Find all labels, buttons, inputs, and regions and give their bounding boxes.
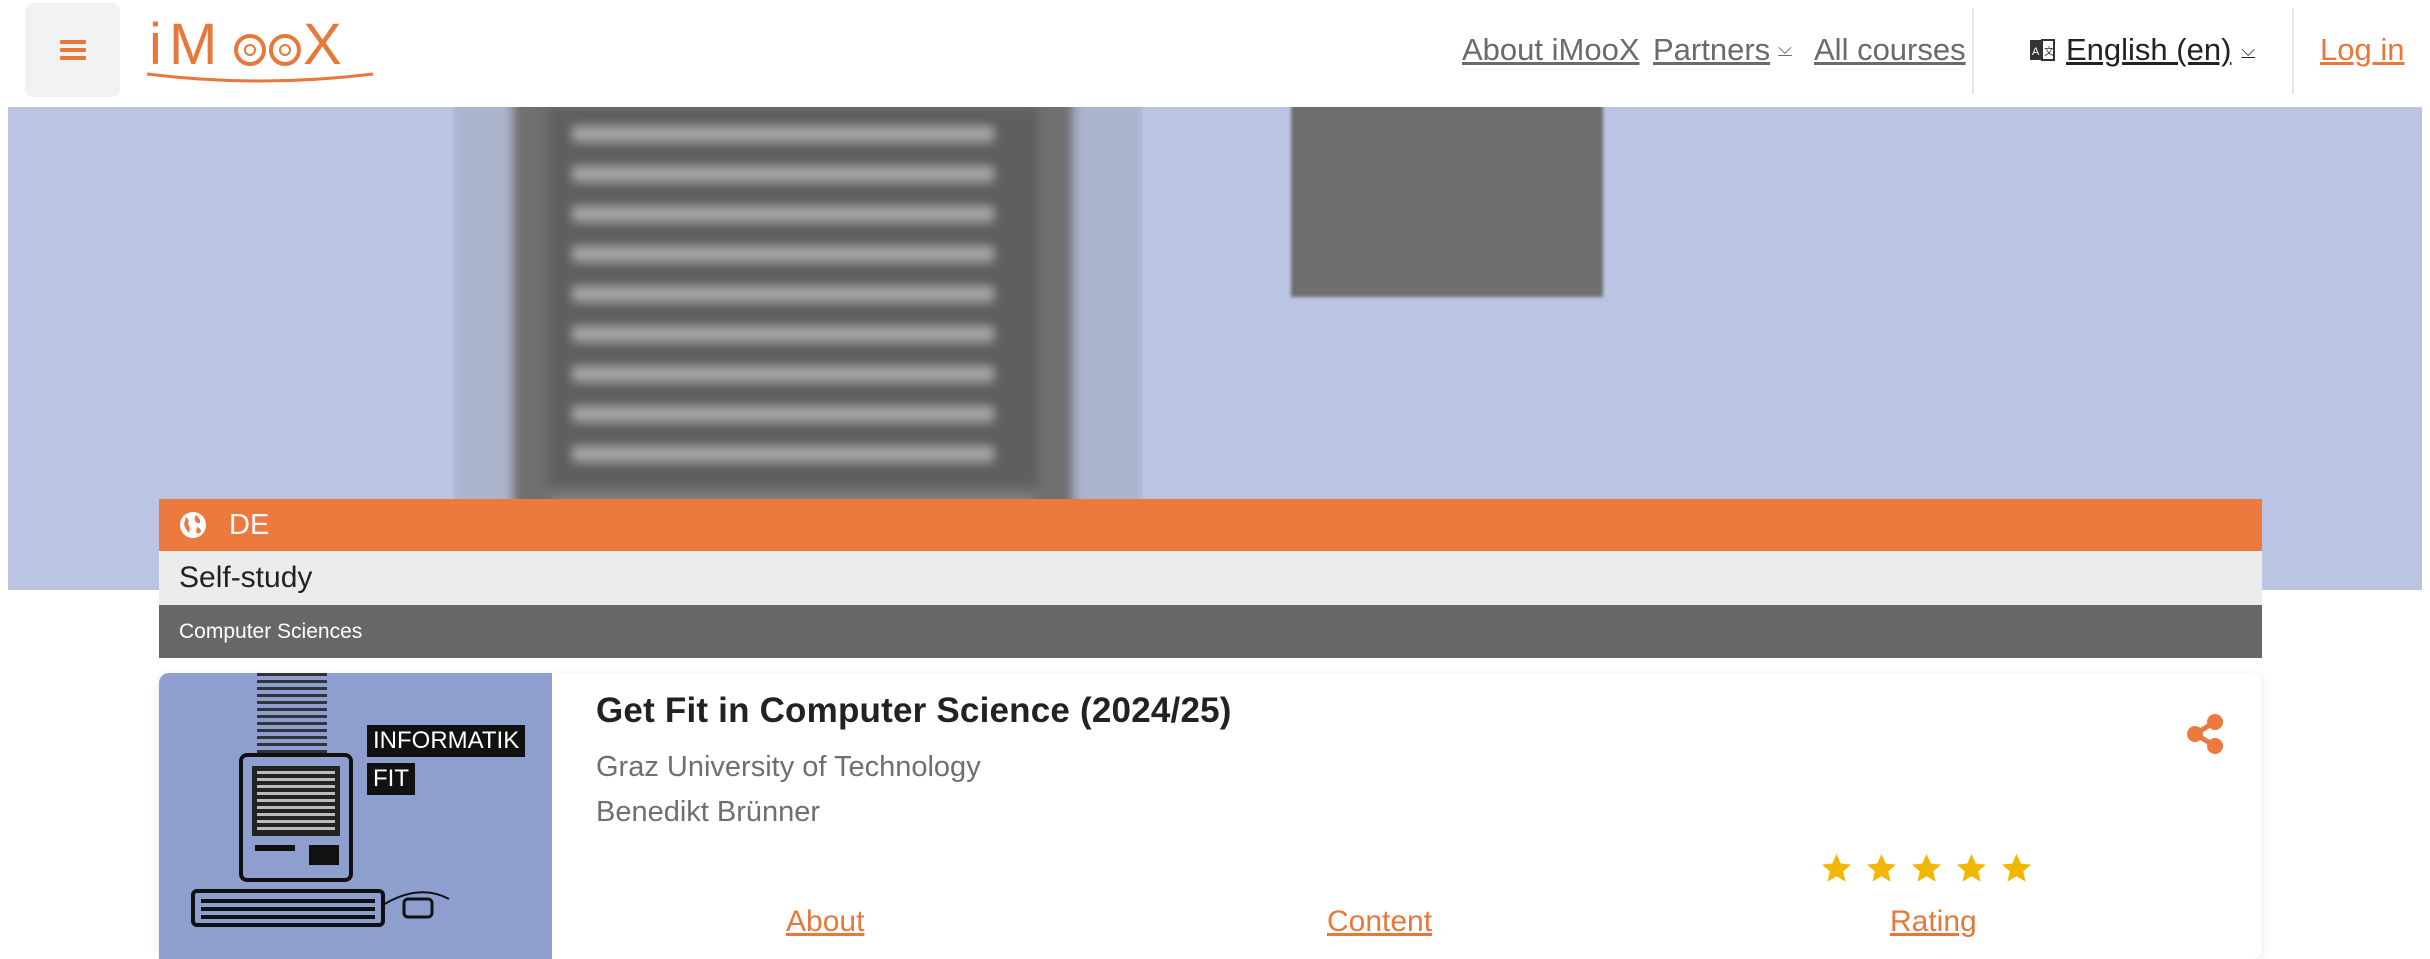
tab-rating[interactable]: Rating [1890, 905, 1977, 939]
svg-text:X: X [303, 12, 342, 77]
tab-about[interactable]: About [786, 905, 864, 939]
svg-text:A: A [2032, 46, 2040, 58]
course-title[interactable]: Get Fit in Computer Science (2024/25) [596, 691, 1232, 731]
thumbnail-label-fit: FIT [367, 763, 415, 795]
nav-divider [1972, 8, 1974, 94]
star-icon [1821, 853, 1852, 882]
chevron-down-icon: ⌵ [2241, 39, 2256, 60]
course-rating-stars[interactable] [1819, 851, 2034, 886]
computer-illustration [191, 673, 450, 927]
course-university: Graz University of Technology [596, 751, 981, 783]
course-card: INFORMATIK FIT Get Fit in Computer Scien… [159, 673, 2262, 959]
login-link[interactable]: Log in [2320, 0, 2404, 100]
hero-fit-label-image [1291, 107, 1603, 297]
course-category: Computer Sciences [179, 619, 363, 643]
course-category-bar: Computer Sciences [159, 605, 2262, 658]
top-navbar: i M X About iMooX Partners ⌵ All courses… [0, 0, 2430, 107]
svg-text:文: 文 [2044, 45, 2054, 58]
language-label: English (en) [2066, 32, 2232, 67]
globe-icon [180, 512, 206, 538]
course-language-bar: DE [159, 499, 2262, 551]
nav-all-courses[interactable]: All courses [1814, 0, 1966, 100]
nav-partners-dropdown[interactable]: Partners ⌵ [1653, 0, 1792, 100]
chevron-down-icon: ⌵ [1778, 37, 1792, 58]
course-language: DE [229, 508, 270, 541]
svg-text:i: i [149, 12, 162, 77]
star-icon [1911, 853, 1942, 882]
svg-text:M: M [169, 12, 217, 77]
tab-content[interactable]: Content [1327, 905, 1432, 939]
nav-partners-label: Partners [1653, 32, 1771, 67]
imoox-logo[interactable]: i M X [145, 8, 375, 86]
nav-divider [2292, 8, 2294, 94]
course-thumbnail[interactable]: INFORMATIK FIT [159, 673, 552, 959]
language-selector[interactable]: A 文 English (en) ⌵ [2028, 0, 2255, 100]
nav-about-imoox[interactable]: About iMooX [1462, 0, 1640, 100]
thumbnail-label-informatik: INFORMATIK [367, 725, 526, 757]
course-author: Benedikt Brünner [596, 796, 821, 828]
share-icon[interactable] [2184, 713, 2226, 755]
star-icon [1956, 853, 1987, 882]
menu-toggle-button[interactable] [25, 3, 120, 97]
course-mode: Self-study [179, 561, 313, 594]
star-icon [1866, 853, 1897, 882]
course-mode-bar: Self-study [159, 551, 2262, 605]
hamburger-icon [59, 40, 86, 60]
language-book-icon: A 文 [2030, 39, 2055, 61]
star-icon [2001, 853, 2032, 882]
